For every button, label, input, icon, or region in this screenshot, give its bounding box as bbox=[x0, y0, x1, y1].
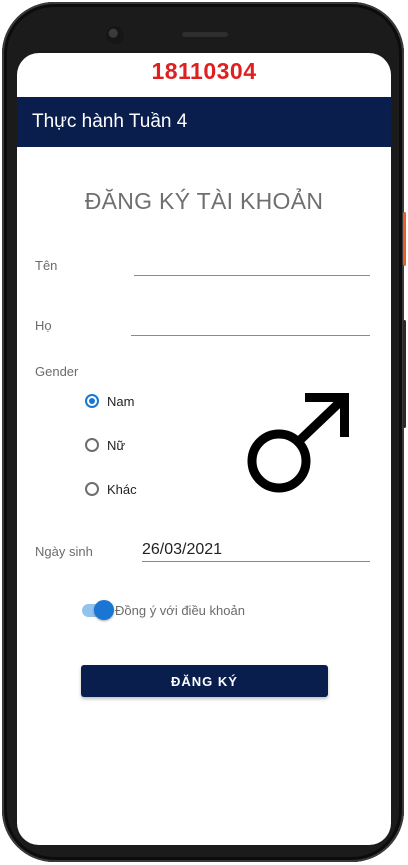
radio-option-nu[interactable]: Nữ bbox=[85, 434, 125, 456]
dob-input[interactable]: 26/03/2021 bbox=[142, 541, 222, 559]
male-symbol-icon bbox=[247, 393, 349, 493]
app-bar-title: Thực hành Tuần 4 bbox=[32, 111, 188, 132]
gender-label: Gender bbox=[35, 364, 79, 379]
student-id-label: 18110304 bbox=[151, 58, 257, 84]
radio-label-nam: Nam bbox=[107, 393, 135, 409]
dob-input-underline bbox=[142, 561, 370, 562]
app-bar: Thực hành Tuần 4 bbox=[17, 97, 391, 147]
app-screen: 18110304 Thực hành Tuần 4 ĐĂNG KÝ TÀI KH… bbox=[17, 53, 391, 845]
front-camera-icon bbox=[106, 26, 124, 44]
side-volume-button bbox=[403, 320, 406, 428]
radio-unchecked-icon[interactable] bbox=[85, 438, 99, 452]
radio-unchecked-icon[interactable] bbox=[85, 482, 99, 496]
radio-option-khac[interactable]: Khác bbox=[85, 478, 137, 500]
earpiece-speaker bbox=[182, 32, 228, 37]
last-name-input[interactable] bbox=[131, 335, 370, 336]
register-button[interactable]: ĐĂNG KÝ bbox=[81, 665, 328, 697]
last-name-label: Họ bbox=[35, 318, 52, 333]
dob-label: Ngày sinh bbox=[35, 544, 93, 559]
first-name-input[interactable] bbox=[134, 275, 370, 276]
first-name-label: Tên bbox=[35, 258, 58, 273]
phone-frame: 18110304 Thực hành Tuần 4 ĐĂNG KÝ TÀI KH… bbox=[2, 2, 406, 862]
terms-label: Đồng ý với điều khoản bbox=[115, 603, 245, 618]
radio-option-nam[interactable]: Nam bbox=[85, 390, 134, 412]
form-title: ĐĂNG KÝ TÀI KHOẢN bbox=[84, 188, 324, 214]
side-power-button bbox=[403, 212, 406, 266]
radio-label-nu: Nữ bbox=[107, 437, 126, 453]
terms-switch-thumb[interactable] bbox=[94, 600, 114, 620]
radio-checked-icon[interactable] bbox=[85, 394, 99, 408]
radio-label-khac: Khác bbox=[107, 481, 137, 497]
